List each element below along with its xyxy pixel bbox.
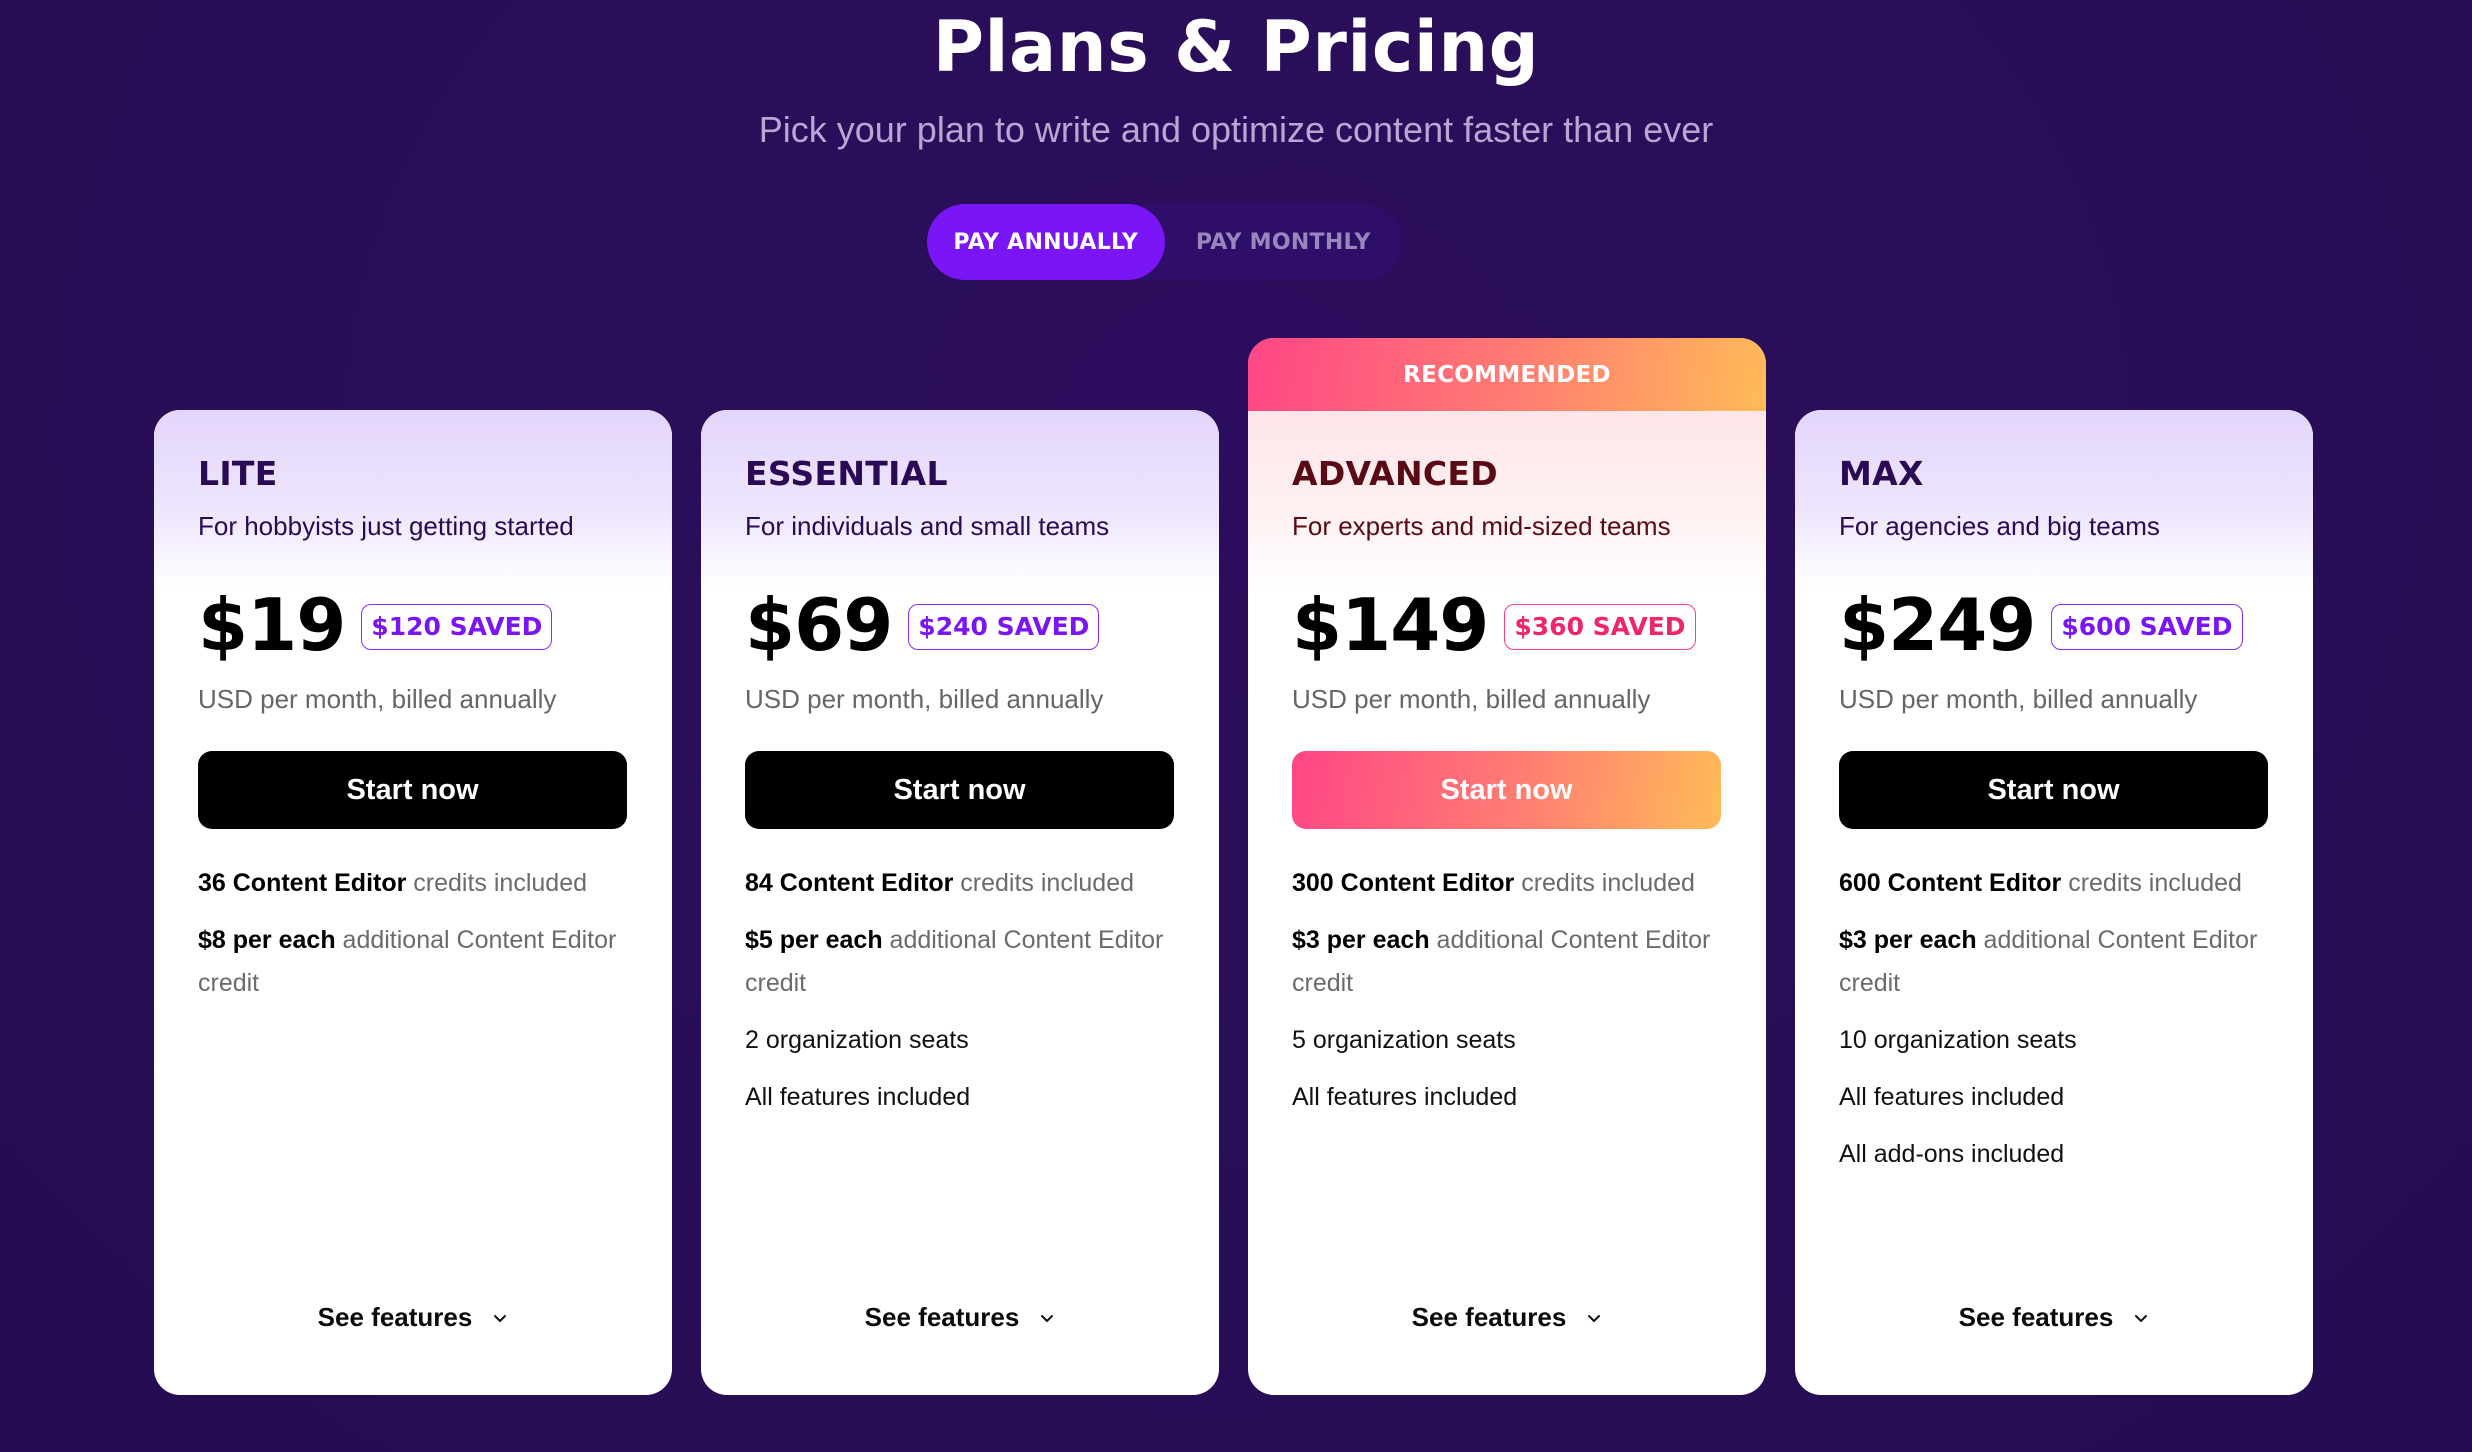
feature-detail: credits included (2061, 869, 2242, 897)
feature-item: $3 per each additional Content Editor cr… (1839, 919, 2269, 1005)
plan-tagline: For individuals and small teams (745, 511, 1110, 541)
savings-badge: $600 SAVED (2051, 604, 2243, 650)
feature-item: 36 Content Editor credits included (198, 862, 628, 905)
billing-note: USD per month, billed annually (1839, 684, 2198, 714)
chevron-down-icon (2135, 1314, 2148, 1322)
see-features-label: See features (864, 1302, 1020, 1332)
feature-text: All add-ons included (1839, 1140, 2065, 1168)
feature-item: All features included (1839, 1076, 2269, 1119)
billing-note: USD per month, billed annually (1292, 684, 1651, 714)
plan-card-lite: LITE For hobbyists just getting started … (154, 410, 672, 1395)
feature-text: 2 organization seats (745, 1026, 969, 1054)
page-title: Plans & Pricing (932, 6, 1540, 88)
plan-name: MAX (1839, 454, 1924, 493)
feature-highlight: 600 Content Editor (1839, 869, 2062, 897)
pay-monthly-toggle[interactable]: PAY MONTHLY (1165, 204, 1403, 280)
see-features-toggle[interactable]: See features (1839, 1302, 2269, 1333)
plan-tagline: For experts and mid-sized teams (1292, 511, 1671, 541)
feature-text: All features included (1292, 1083, 1518, 1111)
feature-item: 2 organization seats (745, 1019, 1175, 1062)
feature-item: 300 Content Editor credits included (1292, 862, 1722, 905)
feature-item: All add-ons included (1839, 1133, 2269, 1176)
plan-tagline: For agencies and big teams (1839, 511, 2160, 541)
feature-detail: credits included (1514, 869, 1695, 897)
see-features-label: See features (317, 1302, 473, 1332)
feature-detail: credits included (953, 869, 1134, 897)
feature-highlight: $3 per each (1292, 926, 1430, 954)
feature-list: 36 Content Editor credits included $8 per… (198, 862, 628, 1019)
plan-card-advanced: RECOMMENDED ADVANCED For experts and mid… (1248, 338, 1766, 1395)
plan-tagline: For hobbyists just getting started (198, 511, 574, 541)
price-row: $69 $240 SAVED (745, 580, 1100, 670)
chevron-down-icon (1588, 1314, 1601, 1322)
feature-list: 600 Content Editor credits included $3 pe… (1839, 862, 2269, 1190)
pay-annually-toggle[interactable]: PAY ANNUALLY (927, 204, 1165, 280)
start-now-button[interactable]: Start now (1839, 751, 2268, 829)
feature-item: $5 per each additional Content Editor cr… (745, 919, 1175, 1005)
feature-list: 84 Content Editor credits included $5 per… (745, 862, 1175, 1133)
feature-item: 84 Content Editor credits included (745, 862, 1175, 905)
see-features-toggle[interactable]: See features (198, 1302, 628, 1333)
plan-price: $249 (1839, 583, 2036, 667)
plan-price: $69 (745, 583, 893, 667)
price-row: $149 $360 SAVED (1292, 580, 1696, 670)
feature-item: All features included (1292, 1076, 1722, 1119)
feature-text: 10 organization seats (1839, 1026, 2077, 1054)
feature-highlight: 84 Content Editor (745, 869, 954, 897)
see-features-label: See features (1411, 1302, 1567, 1332)
see-features-label: See features (1958, 1302, 2114, 1332)
price-row: $249 $600 SAVED (1839, 580, 2243, 670)
plan-name: LITE (198, 454, 278, 493)
savings-badge: $240 SAVED (908, 604, 1100, 650)
billing-toggle[interactable]: PAY ANNUALLY PAY MONTHLY (927, 204, 1402, 280)
chevron-down-icon (1041, 1314, 1054, 1322)
feature-text: 5 organization seats (1292, 1026, 1516, 1054)
savings-badge: $120 SAVED (361, 604, 553, 650)
feature-text: All features included (1839, 1083, 2065, 1111)
start-now-button[interactable]: Start now (745, 751, 1174, 829)
see-features-toggle[interactable]: See features (745, 1302, 1175, 1333)
plan-card-max: MAX For agencies and big teams $249 $600… (1795, 410, 2313, 1395)
savings-badge: $360 SAVED (1504, 604, 1696, 650)
feature-item: $8 per each additional Content Editor cr… (198, 919, 628, 1005)
recommended-banner: RECOMMENDED (1248, 338, 1766, 411)
feature-text: All features included (745, 1083, 971, 1111)
see-features-toggle[interactable]: See features (1292, 1302, 1722, 1333)
plan-card-essential: ESSENTIAL For individuals and small team… (701, 410, 1219, 1395)
feature-highlight: 36 Content Editor (198, 869, 407, 897)
feature-item: 10 organization seats (1839, 1019, 2269, 1062)
chevron-down-icon (494, 1314, 507, 1322)
feature-highlight: $3 per each (1839, 926, 1977, 954)
page-subtitle: Pick your plan to write and optimize con… (758, 109, 1714, 150)
feature-item: All features included (745, 1076, 1175, 1119)
billing-note: USD per month, billed annually (745, 684, 1104, 714)
billing-note: USD per month, billed annually (198, 684, 557, 714)
plan-price: $19 (198, 583, 346, 667)
feature-detail: credits included (406, 869, 587, 897)
feature-item: 600 Content Editor credits included (1839, 862, 2269, 905)
feature-highlight: $5 per each (745, 926, 883, 954)
feature-item: 5 organization seats (1292, 1019, 1722, 1062)
feature-item: $3 per each additional Content Editor cr… (1292, 919, 1722, 1005)
feature-highlight: $8 per each (198, 926, 336, 954)
plan-price: $149 (1292, 583, 1489, 667)
start-now-button[interactable]: Start now (198, 751, 627, 829)
plan-name: ESSENTIAL (745, 454, 948, 493)
feature-highlight: 300 Content Editor (1292, 869, 1515, 897)
feature-list: 300 Content Editor credits included $3 pe… (1292, 862, 1722, 1133)
price-row: $19 $120 SAVED (198, 580, 553, 670)
plan-name: ADVANCED (1292, 454, 1498, 493)
start-now-button[interactable]: Start now (1292, 751, 1721, 829)
